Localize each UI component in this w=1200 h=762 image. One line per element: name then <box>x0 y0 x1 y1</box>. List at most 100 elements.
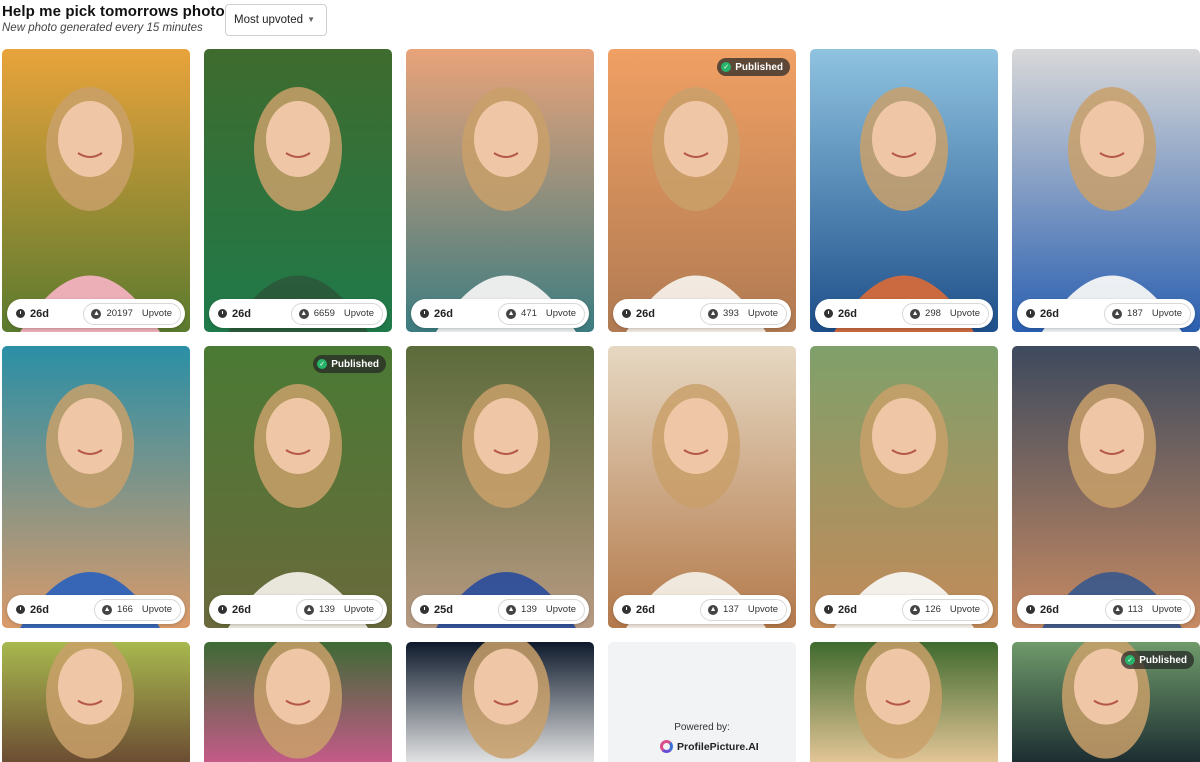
upvote-label: Upvote <box>545 604 576 615</box>
clock-icon <box>622 605 631 614</box>
photo-card[interactable] <box>204 642 392 762</box>
brand-logo-icon <box>660 740 673 753</box>
photo-card[interactable]: ✓ Published 26d ▲ 393 Upvote <box>608 49 796 332</box>
card-footer: 26d ▲ 126 Upvote <box>815 595 993 624</box>
upvote-label: Upvote <box>949 604 980 615</box>
generated-photo <box>810 49 998 332</box>
upvote-button[interactable]: ▲ 298 Upvote <box>902 302 989 325</box>
clock-icon <box>1026 605 1035 614</box>
powered-by-card[interactable]: Powered by: ProfilePicture.AI <box>608 642 796 762</box>
upvote-button[interactable]: ▲ 20197 Upvote <box>83 302 181 325</box>
powered-by-brand[interactable]: ProfilePicture.AI <box>660 740 759 753</box>
generated-photo <box>1012 49 1200 332</box>
generated-photo <box>204 642 392 762</box>
generated-photo <box>2 49 190 332</box>
powered-by-label: Powered by: <box>674 722 730 733</box>
photo-card[interactable] <box>810 642 998 762</box>
generated-photo <box>204 346 392 628</box>
upvote-button[interactable]: ▲ 139 Upvote <box>498 598 585 621</box>
age-text: 26d <box>838 307 857 320</box>
clock-icon <box>16 605 25 614</box>
photo-card[interactable]: 26d ▲ 471 Upvote <box>406 49 594 332</box>
photo-card[interactable]: 26d ▲ 6659 Upvote <box>204 49 392 332</box>
arrow-up-icon: ▲ <box>708 604 719 615</box>
age-indicator: 26d <box>622 604 655 616</box>
vote-count: 166 <box>117 604 133 615</box>
photo-card[interactable] <box>406 642 594 762</box>
arrow-up-icon: ▲ <box>91 308 102 319</box>
age-text: 26d <box>1040 603 1059 616</box>
age-text: 26d <box>838 603 857 616</box>
age-indicator: 26d <box>218 308 251 320</box>
photo-card[interactable]: 25d ▲ 139 Upvote <box>406 346 594 628</box>
photo-card[interactable]: 26d ▲ 113 Upvote <box>1012 346 1200 628</box>
published-label: Published <box>735 61 783 73</box>
upvote-label: Upvote <box>545 308 576 319</box>
arrow-up-icon: ▲ <box>1112 308 1123 319</box>
age-indicator: 25d <box>420 604 453 616</box>
generated-photo <box>2 346 190 628</box>
check-icon: ✓ <box>317 359 328 369</box>
photo-card[interactable]: 26d ▲ 298 Upvote <box>810 49 998 332</box>
photo-card[interactable] <box>2 642 190 762</box>
clock-icon <box>420 605 429 614</box>
upvote-label: Upvote <box>343 604 374 615</box>
age-text: 26d <box>232 603 251 616</box>
photo-card[interactable]: ✓ Published 26d ▲ 139 Upvote <box>204 346 392 628</box>
generated-photo <box>406 49 594 332</box>
vote-count: 139 <box>319 604 335 615</box>
photo-card[interactable]: 26d ▲ 137 Upvote <box>608 346 796 628</box>
upvote-button[interactable]: ▲ 139 Upvote <box>296 598 383 621</box>
upvote-button[interactable]: ▲ 166 Upvote <box>94 598 181 621</box>
age-indicator: 26d <box>16 308 49 320</box>
age-text: 26d <box>30 307 49 320</box>
age-text: 26d <box>1040 307 1059 320</box>
arrow-up-icon: ▲ <box>304 604 315 615</box>
card-footer: 26d ▲ 20197 Upvote <box>7 299 185 328</box>
arrow-up-icon: ▲ <box>910 308 921 319</box>
upvote-button[interactable]: ▲ 187 Upvote <box>1104 302 1191 325</box>
age-indicator: 26d <box>420 308 453 320</box>
upvote-button[interactable]: ▲ 6659 Upvote <box>290 302 383 325</box>
age-indicator: 26d <box>1026 308 1059 320</box>
vote-count: 137 <box>723 604 739 615</box>
card-footer: 26d ▲ 137 Upvote <box>613 595 791 624</box>
clock-icon <box>420 309 429 318</box>
age-indicator: 26d <box>218 604 251 616</box>
upvote-button[interactable]: ▲ 393 Upvote <box>700 302 787 325</box>
vote-count: 187 <box>1127 308 1143 319</box>
photo-card[interactable]: ✓ Published <box>1012 642 1200 762</box>
clock-icon <box>218 605 227 614</box>
photo-card[interactable]: 26d ▲ 126 Upvote <box>810 346 998 628</box>
arrow-up-icon: ▲ <box>298 308 309 319</box>
photo-card[interactable]: 26d ▲ 166 Upvote <box>2 346 190 628</box>
age-indicator: 26d <box>622 308 655 320</box>
check-icon: ✓ <box>1125 655 1136 665</box>
clock-icon <box>16 309 25 318</box>
clock-icon <box>218 309 227 318</box>
upvote-button[interactable]: ▲ 126 Upvote <box>902 598 989 621</box>
age-indicator: 26d <box>16 604 49 616</box>
check-icon: ✓ <box>721 62 732 72</box>
photo-card[interactable]: 26d ▲ 20197 Upvote <box>2 49 190 332</box>
photo-card[interactable]: 26d ▲ 187 Upvote <box>1012 49 1200 332</box>
vote-count: 139 <box>521 604 537 615</box>
clock-icon <box>824 309 833 318</box>
upvote-button[interactable]: ▲ 137 Upvote <box>700 598 787 621</box>
vote-count: 6659 <box>313 308 335 319</box>
upvote-button[interactable]: ▲ 471 Upvote <box>498 302 585 325</box>
published-badge: ✓ Published <box>313 355 386 373</box>
generated-photo <box>406 642 594 762</box>
card-footer: 26d ▲ 393 Upvote <box>613 299 791 328</box>
age-indicator: 26d <box>1026 604 1059 616</box>
age-indicator: 26d <box>824 604 857 616</box>
card-footer: 26d ▲ 187 Upvote <box>1017 299 1195 328</box>
age-text: 26d <box>434 307 453 320</box>
card-footer: 26d ▲ 113 Upvote <box>1017 595 1195 624</box>
generated-photo <box>1012 346 1200 628</box>
clock-icon <box>1026 309 1035 318</box>
upvote-label: Upvote <box>343 308 374 319</box>
photo-grid: 26d ▲ 20197 Upvote 26d ▲ 6659 Upvote 26d ▲ 471 Upvo… <box>0 0 1200 762</box>
arrow-up-icon: ▲ <box>506 604 517 615</box>
upvote-button[interactable]: ▲ 113 Upvote <box>1104 598 1191 621</box>
